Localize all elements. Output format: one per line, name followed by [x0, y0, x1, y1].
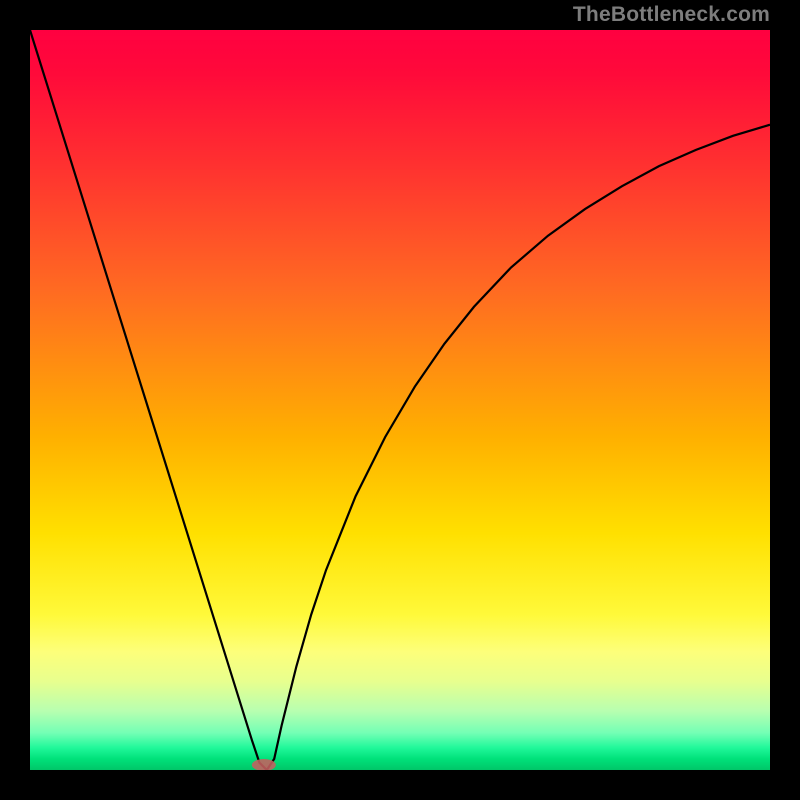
plot-area [30, 30, 770, 770]
bottleneck-curve [30, 30, 770, 770]
chart-frame: TheBottleneck.com [0, 0, 800, 800]
curve-svg [30, 30, 770, 770]
watermark-label: TheBottleneck.com [573, 3, 770, 27]
